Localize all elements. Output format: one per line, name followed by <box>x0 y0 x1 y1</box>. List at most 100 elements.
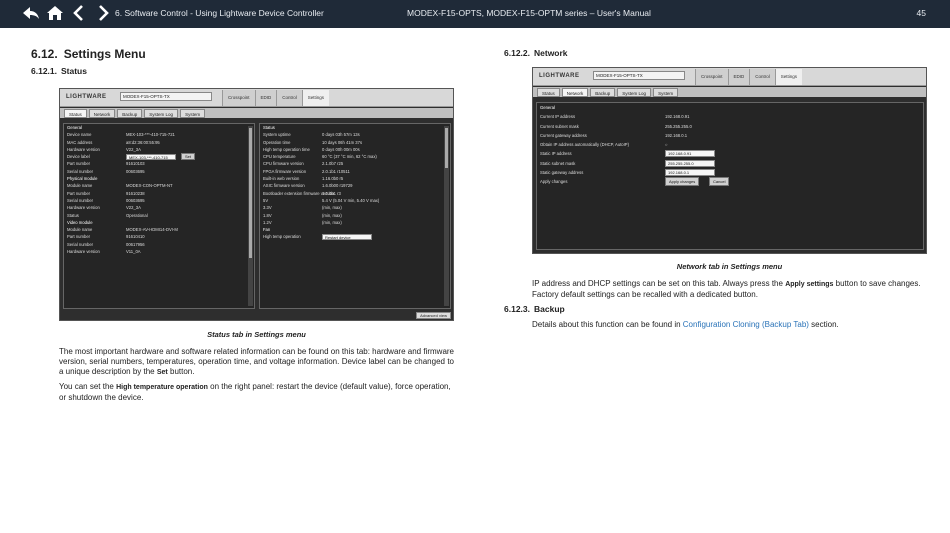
row-value: 60 °C (37 °C min, 62 °C max) <box>322 154 377 160</box>
row-value: 2.0.1b1 r10511 <box>322 168 350 174</box>
scrollbar[interactable] <box>248 126 253 306</box>
app-header: LIGHTWARE MODEX-F15-OPTS-TX Crosspoint E… <box>533 68 926 86</box>
row-label: MAC address <box>67 139 93 145</box>
page-number: 45 <box>916 8 926 18</box>
sub-tabs: Status Network Backup System Log System <box>533 87 926 97</box>
table-row: Fan <box>260 226 450 233</box>
configuration-cloning-link[interactable]: Configuration Cloning (Backup Tab) <box>683 320 809 329</box>
double-back-arrow-icon[interactable] <box>22 4 40 22</box>
scrollbar[interactable] <box>444 126 449 306</box>
row-value: V11_0A <box>126 249 141 255</box>
row-value: 0 days 00h 00m 00s <box>322 146 360 152</box>
tab-control[interactable]: Control <box>276 90 302 106</box>
row-label: General <box>540 105 555 110</box>
tab-control[interactable]: Control <box>749 69 775 85</box>
subtab-system[interactable]: System <box>653 88 679 97</box>
bold-text: High temperature operation <box>116 384 208 391</box>
row-value[interactable]: MEX-103-***-410-715 <box>126 153 176 160</box>
tab-edid[interactable]: EDID <box>727 69 750 85</box>
device-name-box: MODEX-F15-OPTS-TX <box>593 71 685 80</box>
row-label: ASIC firmware version <box>263 183 305 189</box>
table-row: MAC address a8:d2:36:00:55:95 <box>64 139 254 146</box>
table-row: Current gateway address 192.168.0.1 <box>537 131 923 140</box>
tab-crosspoint[interactable]: Crosspoint <box>222 90 255 106</box>
row-value: V22_3A <box>126 205 141 211</box>
row-label: High temp operation time <box>263 146 310 152</box>
row-value: (min, max) <box>322 219 342 225</box>
subtab-system-log[interactable]: System Log <box>144 109 179 118</box>
top-bar: 6. Software Control - Using Lightware De… <box>0 0 950 28</box>
table-row: Device name MEX-103-***-410-715-721 <box>64 131 254 138</box>
tab-crosspoint[interactable]: Crosspoint <box>695 69 728 85</box>
row-label: Static gateway address <box>540 170 584 176</box>
table-row: Module name MODEX-CON-OPTM-NT <box>64 182 254 189</box>
tab-edid[interactable]: EDID <box>254 90 277 106</box>
row-label: Hardware version <box>67 205 100 211</box>
home-icon[interactable] <box>46 4 64 22</box>
chevron-right-icon[interactable] <box>94 4 112 22</box>
subtab-backup[interactable]: Backup <box>117 109 143 118</box>
row-label: 5V <box>263 197 269 203</box>
row-value: 5.4 V (5.04 V min, 5.40 V max) <box>322 197 380 203</box>
text: Details about this function can be found… <box>532 320 681 329</box>
subtab-status[interactable]: Status <box>64 109 87 118</box>
row-label: Obtain IP address automatically (DHCP, A… <box>540 142 629 148</box>
row-value: 10 days 06h 41m 37s <box>322 139 363 145</box>
row-value: 91610410 <box>126 234 145 240</box>
table-row: High temp operation time 0 days 00h 00m 0… <box>260 146 450 153</box>
row-input[interactable]: 192.168.0.1 <box>665 169 715 177</box>
table-row: Built-in web version 1.16.0b0 r5 <box>260 175 450 182</box>
network-caption: Network tab in Settings menu <box>676 262 783 271</box>
row-value: MODEX-CON-OPTM-NT <box>126 183 173 189</box>
row-button[interactable]: Set <box>181 153 196 161</box>
row-value: 00603695 <box>126 197 145 203</box>
row-input[interactable]: 255.255.255.0 <box>665 159 715 167</box>
nav-icons <box>22 4 112 22</box>
row-value: 91610238 <box>126 190 145 196</box>
subtab-backup[interactable]: Backup <box>590 88 616 97</box>
cancel-button[interactable]: Cancel <box>709 177 730 187</box>
top-tabs: Crosspoint EDID Control Settings <box>222 90 330 106</box>
row-value: (min, max) <box>322 205 342 211</box>
subtab-status[interactable]: Status <box>537 88 560 97</box>
subsection-title: Network <box>534 48 568 58</box>
subsection-title: Backup <box>534 304 565 314</box>
row-value: 1.16.0b0 r5 <box>322 176 344 182</box>
table-row: Part number 91610103 <box>64 160 254 167</box>
table-row: Part number 91610410 <box>64 233 254 240</box>
tab-settings[interactable]: Settings <box>301 90 330 106</box>
status-paragraph-1: The most important hardware and software… <box>59 347 454 378</box>
table-row: Hardware version V22_3A <box>64 204 254 211</box>
subtab-system[interactable]: System <box>180 109 206 118</box>
table-row: Static IP address 192.168.0.91 <box>537 149 923 158</box>
row-input[interactable]: Restart device <box>322 233 372 240</box>
subsection-number: 6.12.2. <box>504 48 530 58</box>
row-value: (min, max) <box>322 212 342 218</box>
lightware-logo: LIGHTWARE <box>66 94 107 100</box>
right-status-panel: Status System uptime 0 days 03h 57m 13s Ope… <box>259 123 451 309</box>
row-label: Part number <box>67 234 91 240</box>
row-input[interactable]: 192.168.0.91 <box>665 150 715 158</box>
tab-settings[interactable]: Settings <box>774 69 803 85</box>
table-row: Status Operational <box>64 212 254 219</box>
table-row: Operation time 10 days 06h 41m 37s <box>260 139 450 146</box>
network-paragraph: IP address and DHCP settings can be set … <box>532 279 927 300</box>
row-button[interactable]: Apply changes <box>665 177 700 187</box>
table-row: Video module <box>64 219 254 226</box>
subtab-system-log[interactable]: System Log <box>617 88 652 97</box>
left-info-panel: General Device name MEX-103-***-410-715-72… <box>63 123 255 309</box>
section-title: Settings Menu <box>63 47 146 61</box>
table-row: CPU firmware version 2.1.0b7 r25 <box>260 160 450 167</box>
subtab-network[interactable]: Network <box>561 88 589 97</box>
row-label: Operation time <box>263 139 291 145</box>
advanced-view-button[interactable]: Advanced view <box>416 312 451 319</box>
chevron-left-icon[interactable] <box>70 4 88 22</box>
row-label: Physical module <box>67 176 98 182</box>
subtab-network[interactable]: Network <box>88 109 116 118</box>
row-label: Part number <box>67 190 91 196</box>
row-value: V22_3A <box>126 146 141 152</box>
table-row: Static subnet mask 255.255.255.0 <box>537 159 923 168</box>
row-label: Fan <box>263 227 271 233</box>
row-value: 1.1.0b1 r3 <box>322 190 341 196</box>
row-label: Status <box>67 212 79 218</box>
